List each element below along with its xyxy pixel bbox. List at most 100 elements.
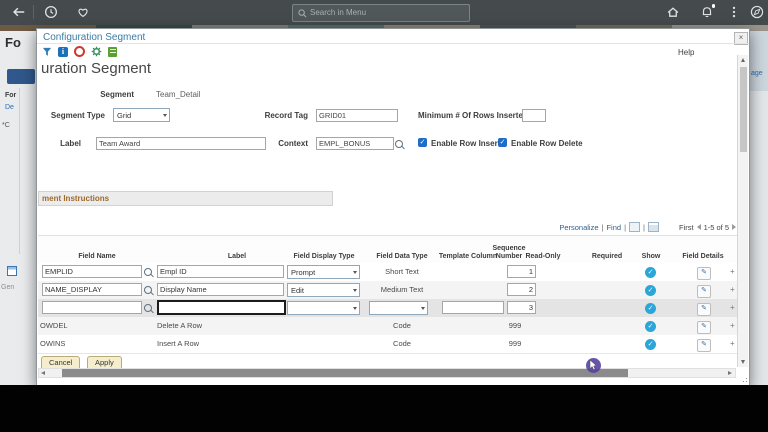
label-label: Label [41,139,81,148]
favorites-heart-icon[interactable] [76,5,90,19]
record-tag-label: Record Tag [233,111,308,120]
scroll-right-icon[interactable] [728,371,732,375]
field-name-input[interactable] [42,301,142,314]
field-details-button[interactable]: ✎ [697,321,711,334]
search-icon [298,9,307,18]
field-data-type-text: Short Text [362,263,442,281]
display-type-value: Prompt [291,268,315,277]
kebab-menu-icon[interactable] [727,5,741,19]
background-label-cat: *C [2,122,10,129]
info-icon[interactable]: i [58,47,68,57]
min-rows-input[interactable] [522,109,546,122]
add-row-button[interactable]: + [730,303,735,313]
field-name-input[interactable] [42,283,142,296]
segment-type-select[interactable]: Grid [113,108,170,122]
instructions-header-text: ment Instructions [42,194,109,203]
sequence-number-input[interactable] [507,283,536,296]
notifications-bell-icon[interactable] [700,5,714,19]
navbar-compass-icon[interactable] [750,5,764,19]
gear-icon[interactable] [91,46,102,57]
show-check-icon[interactable]: ✓ [645,321,656,332]
field-data-type-text: Code [362,317,442,335]
show-check-icon[interactable]: ✓ [645,303,656,314]
enable-row-delete-checkbox[interactable]: ✓ [498,138,507,147]
related-actions-icon[interactable] [42,47,52,57]
label-input[interactable] [157,300,286,315]
download-grid-icon[interactable] [648,222,659,232]
field-name-lookup-icon[interactable] [144,304,152,312]
back-icon[interactable] [12,5,26,19]
next-page-icon[interactable] [732,224,736,230]
field-name-lookup-icon[interactable] [144,286,152,294]
modal-title: Configuration Segment [43,32,145,43]
field-name-input[interactable] [42,265,142,278]
grid-row: OWINSInsert A RowCode999✓✎+ [38,335,737,354]
show-check-icon[interactable]: ✓ [645,285,656,296]
column-header-label: Label [197,253,277,261]
column-header-field-details: Field Details [676,253,730,261]
label-text: Delete A Row [157,317,202,335]
field-name-lookup-icon[interactable] [144,268,152,276]
mouse-cursor [586,358,601,373]
sequence-number-input[interactable] [507,301,536,314]
field-display-type-select[interactable]: Prompt [287,265,360,279]
template-column-input[interactable] [442,301,504,314]
column-header-field-name: Field Name [57,253,137,261]
scroll-left-icon[interactable] [41,371,45,375]
label-input[interactable] [157,283,284,296]
search-input[interactable]: Search in Menu [292,4,470,22]
field-display-type-select[interactable] [287,301,360,315]
label-input[interactable] [96,137,266,150]
scroll-down-icon[interactable] [741,360,745,364]
label-input[interactable] [157,265,284,278]
segment-type-label: Segment Type [41,111,105,120]
view-all-icon[interactable] [629,222,640,232]
personalize-link[interactable]: Personalize [559,223,598,232]
add-row-button[interactable]: + [730,267,735,277]
toolbar-separator: | [643,223,645,232]
background-button[interactable] [7,69,35,84]
help-link[interactable]: Help [678,48,694,57]
show-check-icon[interactable]: ✓ [645,267,656,278]
screen: Search in Menu Fo For De *C Gen [0,0,768,432]
field-details-button[interactable]: ✎ [697,339,711,352]
resize-grip[interactable] [739,374,747,382]
find-link[interactable]: Find [606,223,621,232]
enable-row-insert-checkbox[interactable]: ✓ [418,138,427,147]
record-tag-input[interactable] [316,109,398,122]
sequence-number-input[interactable] [507,265,536,278]
add-row-button[interactable]: + [730,285,735,295]
background-label-form: For [5,92,16,99]
grid-row: ✓ ✎ + [38,299,737,318]
scroll-up-icon[interactable] [741,58,745,62]
background-page-right: age [749,31,768,385]
field-details-button[interactable]: ✎ [697,285,711,298]
home-icon[interactable] [666,5,680,19]
notification-dot [712,4,716,8]
notepad-icon[interactable] [108,47,117,57]
chevron-down-icon [353,307,357,310]
first-link[interactable]: First [679,223,694,232]
add-row-button[interactable]: + [730,321,735,331]
background-link-page[interactable]: age [751,70,763,77]
previous-page-icon[interactable] [697,224,701,230]
stopwatch-icon[interactable] [74,46,85,57]
field-data-type-select[interactable] [369,301,428,315]
add-row-button[interactable]: + [730,339,735,349]
field-name-text: OWINS [40,335,65,353]
context-lookup-icon[interactable] [395,140,403,148]
app-header: Search in Menu [0,0,768,25]
horizontal-scrollbar-thumb[interactable] [62,369,628,377]
background-link-detail[interactable]: De [5,104,14,111]
field-display-type-select[interactable]: Edit [287,283,360,297]
vertical-scrollbar[interactable] [737,55,748,367]
show-check-icon[interactable]: ✓ [645,339,656,350]
vertical-scrollbar-thumb[interactable] [740,67,747,152]
field-details-button[interactable]: ✎ [697,303,711,316]
horizontal-scrollbar[interactable] [38,368,736,378]
context-input[interactable] [316,137,394,150]
recent-clock-icon[interactable] [44,5,58,19]
field-details-button[interactable]: ✎ [697,267,711,280]
instructions-section-header[interactable]: ment Instructions [38,191,333,206]
column-header-field-data-type: Field Data Type [362,253,442,261]
